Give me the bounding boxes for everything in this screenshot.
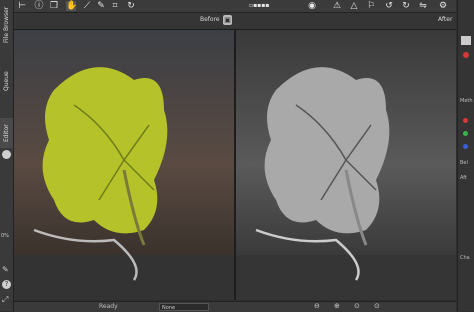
before-image <box>14 30 234 300</box>
info-icon[interactable]: ⓘ <box>34 1 44 11</box>
zoom-readout: 0% <box>1 233 9 239</box>
method-label: Meth <box>460 98 473 104</box>
right-tool-panel: Meth Bel Aft Cha <box>457 0 474 311</box>
hand-icon[interactable]: ✋ <box>66 1 77 11</box>
before-label: Before <box>200 16 220 23</box>
after-label: After <box>438 16 453 23</box>
picker-icon[interactable]: ⟋ <box>82 1 92 11</box>
hand-tool-icon[interactable]: ⊢ <box>17 1 27 11</box>
settings-icon[interactable]: ⚙ <box>438 1 448 11</box>
preview-select-value: None <box>162 305 176 311</box>
before-image-pane[interactable] <box>14 30 234 300</box>
status-ready: Ready <box>99 303 118 310</box>
after-image-pane[interactable] <box>236 30 456 300</box>
circle-icon[interactable]: ◉ <box>307 1 317 11</box>
flag-icon[interactable]: ⚐ <box>366 1 376 11</box>
warning-icon[interactable]: ⚠ <box>332 1 342 11</box>
copy-icon[interactable]: ❐ <box>49 1 59 11</box>
compare-header: Before ▣ After <box>14 13 456 30</box>
main-toolbar: ⊢ ⓘ ❐ ✋ ⟋ ✎ ⌗ ↻ ▫▪▪▪▪ ◉ ⚠ △ ⚐ ↺ ↻ ⇋ ⚙ <box>14 0 456 13</box>
fullscreen-icon[interactable]: ⤢ <box>2 295 11 304</box>
zoom-fit-icon[interactable]: ⊙ <box>354 302 360 310</box>
rotate-right-icon[interactable]: ↻ <box>401 1 411 11</box>
gear-icon[interactable] <box>2 150 11 159</box>
green-channel-dot[interactable] <box>463 131 468 136</box>
power-icon[interactable] <box>463 52 469 58</box>
tab-queue[interactable]: Queue <box>0 66 13 96</box>
status-bar: Ready None ⊖ ⊕ ⊙ ⊙ <box>14 301 456 312</box>
pen-icon[interactable]: ✎ <box>96 1 106 11</box>
tab-file-browser[interactable]: File Browser (2) <box>0 2 23 48</box>
warning-outline-icon[interactable]: △ <box>349 1 359 11</box>
zoom-100-icon[interactable]: ⊙ <box>374 302 380 310</box>
after-curve-label: Aft <box>460 175 467 181</box>
help-icon[interactable]: ? <box>2 280 11 289</box>
panel-icon[interactable] <box>461 36 471 45</box>
zoom-in-icon[interactable]: ⊕ <box>334 302 340 310</box>
channel-label: Cha <box>460 255 470 261</box>
crop-icon[interactable]: ⌗ <box>110 1 120 11</box>
preview-select[interactable]: None <box>159 303 209 311</box>
left-tab-strip: File Browser (2) Queue Editor 0% ✎ ? ⤢ <box>0 0 23 311</box>
tab-editor[interactable]: Editor <box>0 118 13 148</box>
blue-channel-dot[interactable] <box>463 144 468 149</box>
rotate-icon[interactable]: ↻ <box>126 1 136 11</box>
zoom-out-icon[interactable]: ⊖ <box>314 302 320 310</box>
flip-icon[interactable]: ⇋ <box>418 1 428 11</box>
before-curve-label: Bel <box>460 160 468 166</box>
rating-strip-icon[interactable]: ▫▪▪▪▪ <box>249 1 269 11</box>
edit-icon[interactable]: ✎ <box>2 265 11 274</box>
red-channel-dot[interactable] <box>463 118 468 123</box>
after-image <box>236 30 456 300</box>
rotate-left-icon[interactable]: ↺ <box>384 1 394 11</box>
lock-icon[interactable]: ▣ <box>223 15 232 25</box>
